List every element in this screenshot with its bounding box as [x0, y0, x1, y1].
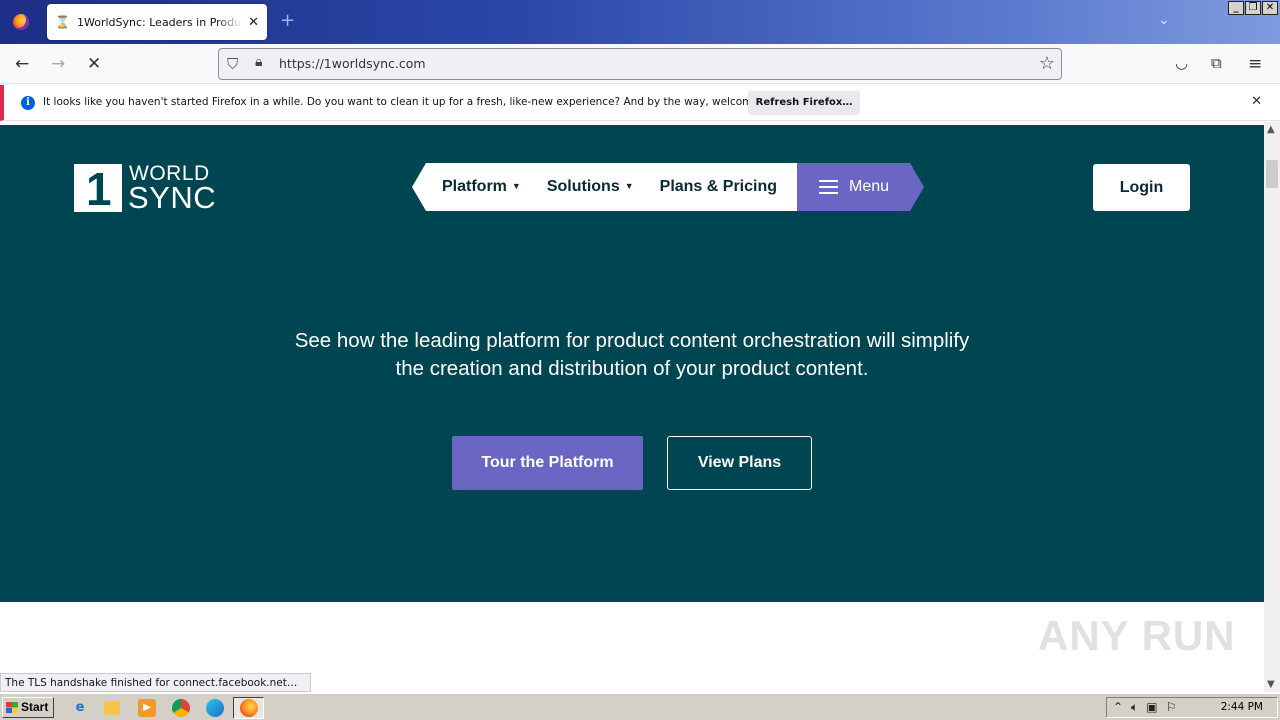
menu-button[interactable]: Menu	[797, 163, 924, 211]
windows-taskbar: Start e ▶ ⌃🔈︎▣⚐ 2:44 PM	[0, 693, 1280, 720]
scrollbar-thumb[interactable]	[1266, 160, 1278, 188]
tab-title: 1WorldSync: Leaders in Product Content	[77, 15, 242, 29]
info-icon: i	[21, 96, 35, 110]
window-close-button[interactable]: ✕	[1262, 1, 1278, 15]
page-scrollbar[interactable]: ▲ ▼	[1264, 122, 1280, 692]
refresh-firefox-button[interactable]: Refresh Firefox…	[748, 91, 860, 115]
chrome-icon[interactable]	[172, 699, 190, 717]
hamburger-menu-icon[interactable]: ≡	[1248, 54, 1262, 74]
site-logo[interactable]: 1 WORLD SYNC	[74, 162, 224, 215]
firefox-menu-button[interactable]	[0, 0, 42, 44]
back-arrow-icon[interactable]: ←	[15, 54, 29, 74]
firefox-icon	[240, 699, 258, 717]
caret-down-icon: ▼	[624, 181, 634, 191]
bookmark-star-icon[interactable]: ☆	[1039, 53, 1055, 74]
ie-icon[interactable]: e	[71, 699, 89, 717]
menu-label: Menu	[849, 178, 890, 195]
clock[interactable]: 2:44 PM	[1221, 701, 1263, 713]
notification-close-icon[interactable]: ✕	[1251, 94, 1262, 109]
hamburger-icon	[819, 176, 838, 198]
stop-loading-icon[interactable]: ✕	[87, 54, 101, 74]
new-tab-plus-icon[interactable]: +	[280, 10, 295, 31]
hero-tagline-line-2: the creation and distribution of your pr…	[395, 357, 869, 380]
start-button[interactable]: Start	[2, 697, 54, 718]
nav-item-solutions[interactable]: Solutions ▼	[547, 178, 634, 196]
anyrun-watermark: ANY RUN	[1038, 612, 1236, 659]
navigation-toolbar: ← → ✕ ⛉ 🔒︎ https://1worldsync.com ☆ ◡ ⧉ …	[0, 44, 1280, 84]
firefox-logo-icon	[13, 14, 29, 30]
tray-icons[interactable]: ⌃🔈︎▣⚐	[1113, 700, 1184, 715]
window-restore-button[interactable]: ❐	[1245, 1, 1261, 15]
active-tab[interactable]: ⌛ 1WorldSync: Leaders in Product Content…	[47, 4, 267, 40]
firefox-refresh-notification: i It looks like you haven't started Fire…	[0, 85, 1280, 121]
nav-item-plans-pricing[interactable]: Plans & Pricing	[660, 178, 777, 196]
forward-arrow-icon[interactable]: →	[51, 54, 65, 74]
browser-tab-bar: ⌛ 1WorldSync: Leaders in Product Content…	[0, 0, 1280, 44]
system-tray: ⌃🔈︎▣⚐ 2:44 PM	[1106, 697, 1278, 718]
caret-down-icon: ▼	[511, 181, 521, 191]
edge-icon[interactable]	[206, 699, 224, 717]
media-player-icon[interactable]: ▶	[138, 699, 156, 717]
loading-hourglass-icon: ⌛	[55, 15, 70, 29]
address-bar[interactable]: ⛉ 🔒︎ https://1worldsync.com ☆	[218, 48, 1062, 80]
main-nav-links: Platform ▼ Solutions ▼ Plans & Pricing	[412, 163, 798, 211]
logo-word-sync: SYNC	[128, 180, 217, 215]
main-navigation: Platform ▼ Solutions ▼ Plans & Pricing Men…	[412, 163, 924, 211]
pocket-icon[interactable]: ◡	[1175, 54, 1188, 72]
explorer-icon[interactable]	[104, 701, 120, 715]
scroll-down-arrow-icon[interactable]: ▼	[1267, 679, 1275, 690]
list-all-tabs-chevron-icon[interactable]: ⌄	[1158, 12, 1170, 28]
extensions-puzzle-icon[interactable]: ⧉	[1211, 54, 1222, 72]
nav-item-platform[interactable]: Platform ▼	[442, 178, 521, 196]
tracking-protection-shield-icon[interactable]: ⛉	[227, 55, 238, 73]
logo-mark: 1	[74, 164, 122, 212]
padlock-icon[interactable]: 🔒︎	[255, 54, 262, 70]
view-plans-button[interactable]: View Plans	[667, 436, 812, 490]
tour-the-platform-button[interactable]: Tour the Platform	[452, 436, 643, 490]
window-minimize-button[interactable]: _	[1228, 1, 1244, 15]
scroll-up-arrow-icon[interactable]: ▲	[1267, 124, 1275, 135]
url-text[interactable]: https://1worldsync.com	[279, 56, 426, 71]
login-button[interactable]: Login	[1093, 164, 1190, 211]
notification-message: It looks like you haven't started Firefo…	[43, 96, 792, 108]
hero-tagline: See how the leading platform for product…	[232, 327, 1032, 383]
windows-flag-icon	[6, 702, 18, 713]
hero-tagline-line-1: See how the leading platform for product…	[294, 329, 970, 352]
tab-close-icon[interactable]: ✕	[248, 15, 259, 30]
web-page-content: 1 WORLD SYNC Platform ▼ Solutions ▼ Plans …	[0, 122, 1264, 692]
taskbar-firefox-active[interactable]	[233, 697, 264, 719]
hero-section: 1 WORLD SYNC Platform ▼ Solutions ▼ Plans …	[0, 125, 1264, 602]
status-text: The TLS handshake finished for connect.f…	[0, 673, 311, 692]
